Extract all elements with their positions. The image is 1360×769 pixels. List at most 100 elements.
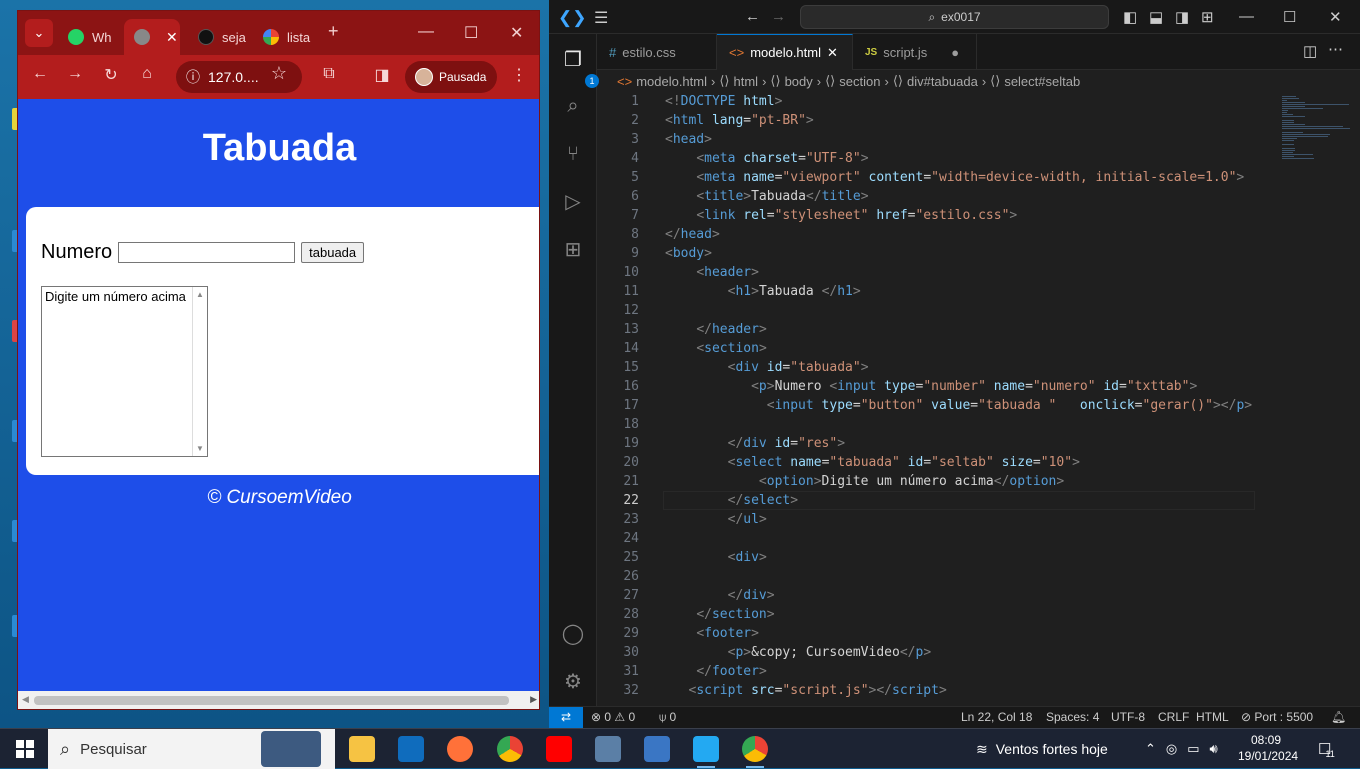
breadcrumb-item[interactable]: html [734,74,759,89]
code-line[interactable]: 2 <html lang="pt-BR"> [597,111,1360,130]
app-icon[interactable] [595,736,621,762]
code-line[interactable]: 16 <p>Numero <input type="number" name="… [597,377,1360,396]
command-center[interactable]: ⌕ ex0017 [800,5,1109,29]
scroll-right-icon[interactable]: ▶ [530,694,537,705]
code-line[interactable]: 29 <footer> [597,624,1360,643]
code-line[interactable]: 30 <p>&copy; CursoemVideo</p> [597,643,1360,662]
minimize-button[interactable]: — [418,23,434,41]
search-icon[interactable]: ⌕ [561,94,585,118]
scroll-down-icon[interactable]: ▼ [193,444,207,453]
more-actions-icon[interactable]: ⋯ [1328,40,1343,58]
vscode-taskbar-icon[interactable] [693,736,719,768]
toggle-panel-icon[interactable]: ⬓ [1149,8,1163,26]
network-icon[interactable]: ▭ [1187,741,1199,757]
select-scrollbar[interactable]: ▲ ▼ [192,287,207,456]
code-line[interactable]: 6 <title>Tabuada</title> [597,187,1360,206]
close-window-button[interactable]: ✕ [1329,8,1342,26]
eol-status[interactable]: CRLF [1158,710,1189,724]
chevron-up-icon[interactable]: ⌃ [1145,741,1156,757]
forward-icon[interactable]: → [771,8,786,25]
account-icon[interactable]: ◯ [561,622,585,646]
maximize-button[interactable]: ☐ [1283,8,1296,26]
close-icon[interactable]: ✕ [827,45,838,61]
code-editor[interactable]: 1 <!DOCTYPE html> 2 <html lang="pt-BR"> 3 <he… [597,92,1360,706]
close-window-button[interactable]: ✕ [510,23,523,43]
tab-modelo-html[interactable]: <> modelo.html ✕ [717,34,853,70]
code-line[interactable]: 32 <script src="script.js"></script> [597,681,1360,700]
code-line[interactable]: 27 </div> [597,586,1360,605]
scroll-thumb[interactable] [34,696,509,705]
side-panel-icon[interactable]: ◨ [370,65,394,85]
indentation-status[interactable]: Spaces: 4 [1046,710,1099,724]
clock[interactable]: 08:09 19/01/2024 [1238,732,1298,764]
close-icon[interactable]: ✕ [166,29,178,46]
tabuada-button[interactable]: tabuada [301,242,365,263]
toggle-secondary-sidebar-icon[interactable]: ◨ [1175,8,1189,26]
code-line[interactable]: 7 <link rel="stylesheet" href="estilo.cs… [597,206,1360,225]
tab-script-js[interactable]: JS script.js ● [853,34,977,70]
code-line[interactable]: 9 <body> [597,244,1360,263]
notification-center-icon[interactable]: ☐ 11 [1318,729,1335,769]
breadcrumb-item[interactable]: div#tabuada [907,74,978,89]
code-line[interactable]: 17 <input type="button" value="tabuada "… [597,396,1360,415]
youtube-icon[interactable] [546,736,572,762]
unsaved-dot-icon[interactable]: ● [951,45,959,60]
chrome-tab-whatsapp[interactable]: Wh [58,19,128,55]
chrome-taskbar-icon[interactable] [742,736,768,768]
hamburger-menu-icon[interactable]: ☰ [594,8,608,28]
code-line[interactable]: 5 <meta name="viewport" content="width=d… [597,168,1360,187]
problems-status[interactable]: ⊗ 0 ⚠ 0 [591,710,635,724]
breadcrumb-item[interactable]: body [785,74,813,89]
code-line[interactable]: 8 </head> [597,225,1360,244]
toggle-sidebar-icon[interactable]: ◧ [1123,8,1137,26]
back-icon[interactable]: ← [28,65,52,83]
weather-widget[interactable]: ≋ Ventos fortes hoje [976,729,1108,769]
code-line[interactable]: 22 </select> [597,491,1360,510]
number-input[interactable] [118,242,296,263]
horizontal-scrollbar[interactable]: ◀ ▶ [18,691,539,709]
maximize-button[interactable]: ☐ [464,23,478,43]
code-line[interactable]: 25 <div> [597,548,1360,567]
code-line[interactable]: 28 </section> [597,605,1360,624]
settings-gear-icon[interactable]: ⚙ [561,670,585,694]
profile-button[interactable]: Pausada [405,61,497,93]
tab-estilo-css[interactable]: # estilo.css [597,34,717,70]
extensions-icon[interactable]: ⊞ [561,238,585,262]
cursor-position[interactable]: Ln 22, Col 18 [961,710,1032,724]
chrome-tab-active[interactable]: ✕ [124,19,180,55]
extensions-icon[interactable]: ⧉ [317,65,341,83]
back-icon[interactable]: ← [745,8,760,25]
chrome-tab-github[interactable]: seja [188,19,250,55]
split-editor-icon[interactable]: ◫ [1303,42,1317,60]
source-control-icon[interactable]: ⑂ [561,142,585,166]
tab-search-button[interactable]: ⌄ [25,19,53,47]
chrome-icon[interactable] [497,736,523,762]
meet-icon[interactable]: ◎ [1166,741,1177,757]
windows-start-icon[interactable] [16,740,34,758]
code-line[interactable]: 31 </footer> [597,662,1360,681]
reload-icon[interactable]: ↻ [99,65,123,85]
code-line[interactable]: 14 <section> [597,339,1360,358]
code-line[interactable]: 13 </header> [597,320,1360,339]
breadcrumb-item[interactable]: modelo.html [636,74,707,89]
code-line[interactable]: 20 <select name="tabuada" id="seltab" si… [597,453,1360,472]
code-line[interactable]: 15 <div id="tabuada"> [597,358,1360,377]
chrome-tab-google[interactable]: lista [253,19,319,55]
minimize-button[interactable]: — [1239,8,1254,25]
run-debug-icon[interactable]: ▷ [561,190,585,214]
encoding-status[interactable]: UTF-8 [1111,710,1145,724]
menu-kebab-icon[interactable]: ⋮ [507,65,531,85]
code-line[interactable]: 26 [597,567,1360,586]
bookmark-star-icon[interactable]: ☆ [267,63,291,84]
code-line[interactable]: 3 <head> [597,130,1360,149]
code-line[interactable]: 19 </div id="res"> [597,434,1360,453]
scroll-left-icon[interactable]: ◀ [22,694,29,705]
info-icon[interactable]: ⓘ [186,67,200,87]
select-option[interactable]: Digite um número acima [45,289,204,304]
file-explorer-icon[interactable] [349,736,375,762]
volume-icon[interactable]: 🔊︎ [1210,741,1218,757]
breadcrumb-item[interactable]: section [839,74,880,89]
breadcrumb-item[interactable]: select#seltab [1004,74,1080,89]
taskbar-search[interactable]: ⌕ Pesquisar [48,729,335,769]
language-status[interactable]: HTML [1196,710,1229,724]
